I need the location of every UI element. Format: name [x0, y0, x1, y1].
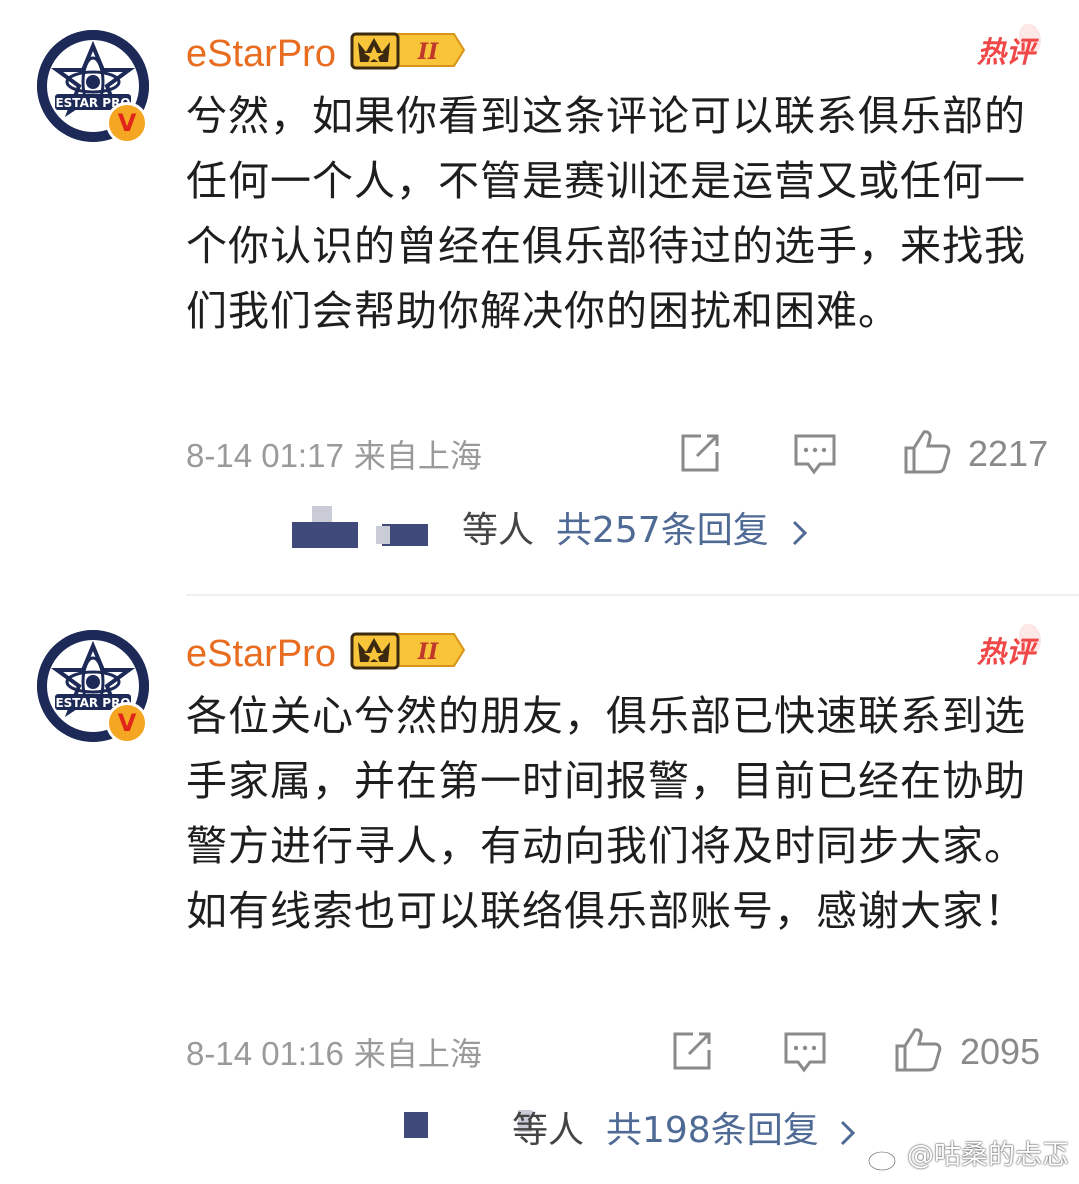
- crown-icon: II: [350, 632, 466, 670]
- comment-meta: 8-14 01:16 来自上海: [186, 1034, 482, 1074]
- comment-icon: [784, 1032, 826, 1073]
- comment-button[interactable]: [792, 432, 838, 480]
- reply-summary[interactable]: 等人 共198条回复: [400, 1106, 880, 1156]
- comment-meta: 8-14 01:17 来自上海: [186, 436, 482, 476]
- comment-text: 兮然，如果你看到这条评论可以联系俱乐部的任何一个人，不管是赛训还是运营又或任何一…: [186, 92, 1026, 335]
- username[interactable]: eStarPro: [186, 32, 336, 76]
- share-icon: [673, 1032, 711, 1070]
- level-badge[interactable]: II: [350, 28, 466, 72]
- blurred-avatar: [292, 522, 358, 548]
- like-count: 2095: [960, 1031, 1041, 1072]
- level-badge[interactable]: II: [350, 628, 466, 672]
- comment-icon: [794, 434, 836, 475]
- like-count: 2217: [968, 433, 1049, 474]
- blurred-avatar: [312, 506, 332, 522]
- crown-icon: II: [350, 32, 466, 70]
- level-label: II: [417, 639, 439, 665]
- hot-comment-label: 热评: [959, 624, 1041, 674]
- comment-time: 8-14 01:16: [186, 1035, 344, 1072]
- watermark-text: @咕桑的忐忑: [907, 1140, 1069, 1171]
- reply-people-label: 等人: [512, 1110, 585, 1151]
- blurred-avatar: [376, 526, 390, 544]
- hot-comment-label: 热评: [959, 24, 1041, 74]
- verified-badge: V: [106, 102, 148, 144]
- comment-location: 来自上海: [353, 1035, 482, 1073]
- reply-summary[interactable]: 等人 共257条回复: [290, 506, 830, 556]
- weibo-icon: [867, 1145, 901, 1171]
- comment-time: 8-14 01:17: [186, 437, 344, 474]
- comment-text: 各位关心兮然的朋友，俱乐部已快速联系到选手家属，并在第一时间报警，目前已经在协助…: [186, 692, 1026, 935]
- comment-button[interactable]: [782, 1030, 828, 1078]
- comment-location: 来自上海: [353, 437, 482, 475]
- chevron-right-icon: [840, 1120, 856, 1146]
- like-button[interactable]: [902, 428, 952, 480]
- share-icon: [681, 434, 719, 472]
- level-label: II: [417, 39, 439, 65]
- reply-total-link[interactable]: 共257条回复: [556, 506, 769, 556]
- username[interactable]: eStarPro: [186, 632, 336, 676]
- chevron-right-icon: [792, 520, 808, 546]
- like-button[interactable]: [893, 1026, 943, 1078]
- watermark: @咕桑的忐忑: [867, 1138, 1069, 1174]
- like-icon: [904, 430, 951, 474]
- reply-total-link[interactable]: 共198条回复: [606, 1106, 819, 1156]
- blurred-avatar: [404, 1112, 428, 1138]
- like-icon: [895, 1028, 942, 1072]
- share-button[interactable]: [669, 1030, 715, 1078]
- divider: [186, 594, 1079, 596]
- share-button[interactable]: [677, 432, 723, 480]
- reply-people-label: 等人: [462, 510, 535, 551]
- verified-badge: V: [106, 702, 148, 744]
